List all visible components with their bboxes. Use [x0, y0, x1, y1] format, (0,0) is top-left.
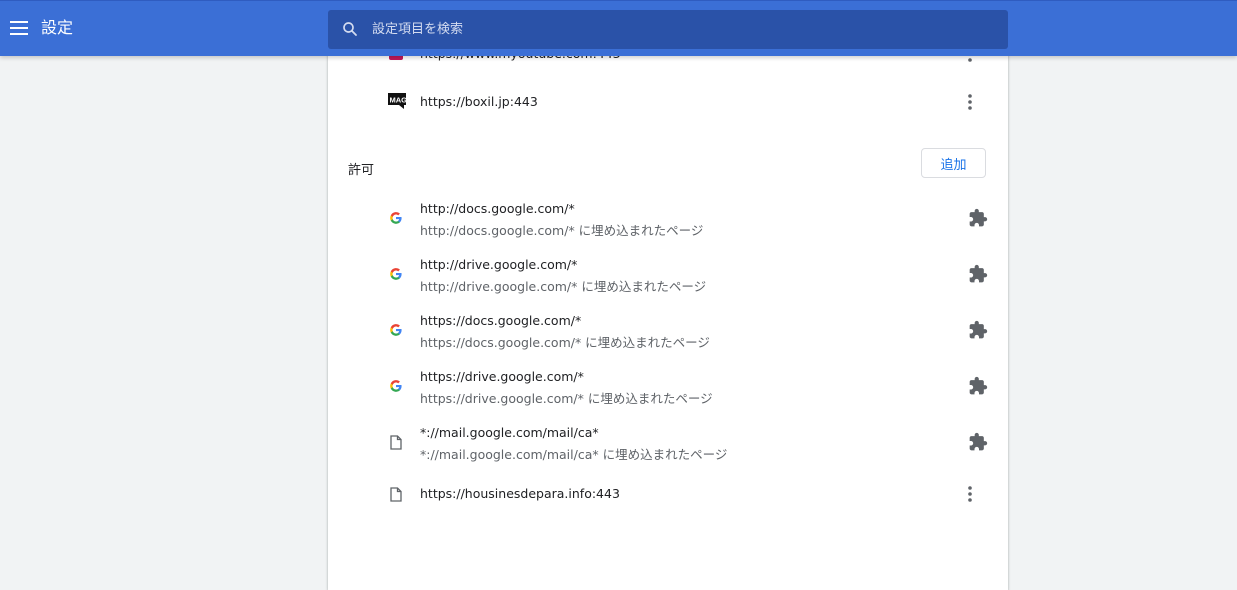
site-url: https://drive.google.com/* [420, 369, 584, 384]
site-url: https://housinesdepara.info:443 [420, 486, 620, 501]
add-button[interactable]: 追加 [921, 148, 986, 178]
extension-puzzle-icon[interactable] [966, 206, 990, 230]
search-input[interactable] [372, 10, 992, 49]
google-icon [388, 266, 404, 282]
search-icon [343, 22, 357, 36]
site-description: http://drive.google.com/* に埋め込まれたページ [420, 279, 707, 294]
settings-card: https://www.myoutube.com:443 MAG https:/… [328, 30, 1008, 590]
google-icon [388, 378, 404, 394]
site-url: https://boxil.jp:443 [420, 94, 538, 109]
site-url: http://docs.google.com/* [420, 201, 575, 216]
more-options-icon[interactable] [958, 90, 982, 114]
mag-favicon-icon: MAG [388, 93, 406, 109]
search-box[interactable] [328, 10, 1008, 49]
google-icon [388, 210, 404, 226]
site-url: http://drive.google.com/* [420, 257, 578, 272]
mag-favicon-label: MAG [390, 96, 407, 105]
site-url: https://docs.google.com/* [420, 313, 582, 328]
more-options-icon[interactable] [958, 482, 982, 506]
site-description: *://mail.google.com/mail/ca* に埋め込まれたページ [420, 447, 728, 462]
allow-section-label: 許可 [348, 163, 375, 178]
extension-puzzle-icon[interactable] [966, 374, 990, 398]
google-icon [388, 322, 404, 338]
file-icon [388, 434, 404, 450]
site-description: http://docs.google.com/* に埋め込まれたページ [420, 223, 704, 238]
extension-puzzle-icon[interactable] [966, 262, 990, 286]
extension-puzzle-icon[interactable] [966, 318, 990, 342]
file-icon [388, 486, 404, 502]
extension-puzzle-icon[interactable] [966, 430, 990, 454]
page-title: 設定 [41, 18, 74, 37]
top-bar: 設定 [0, 0, 1237, 56]
site-description: https://docs.google.com/* に埋め込まれたページ [420, 335, 710, 350]
menu-icon[interactable] [8, 17, 30, 39]
site-url: *://mail.google.com/mail/ca* [420, 425, 599, 440]
site-description: https://drive.google.com/* に埋め込まれたページ [420, 391, 713, 406]
